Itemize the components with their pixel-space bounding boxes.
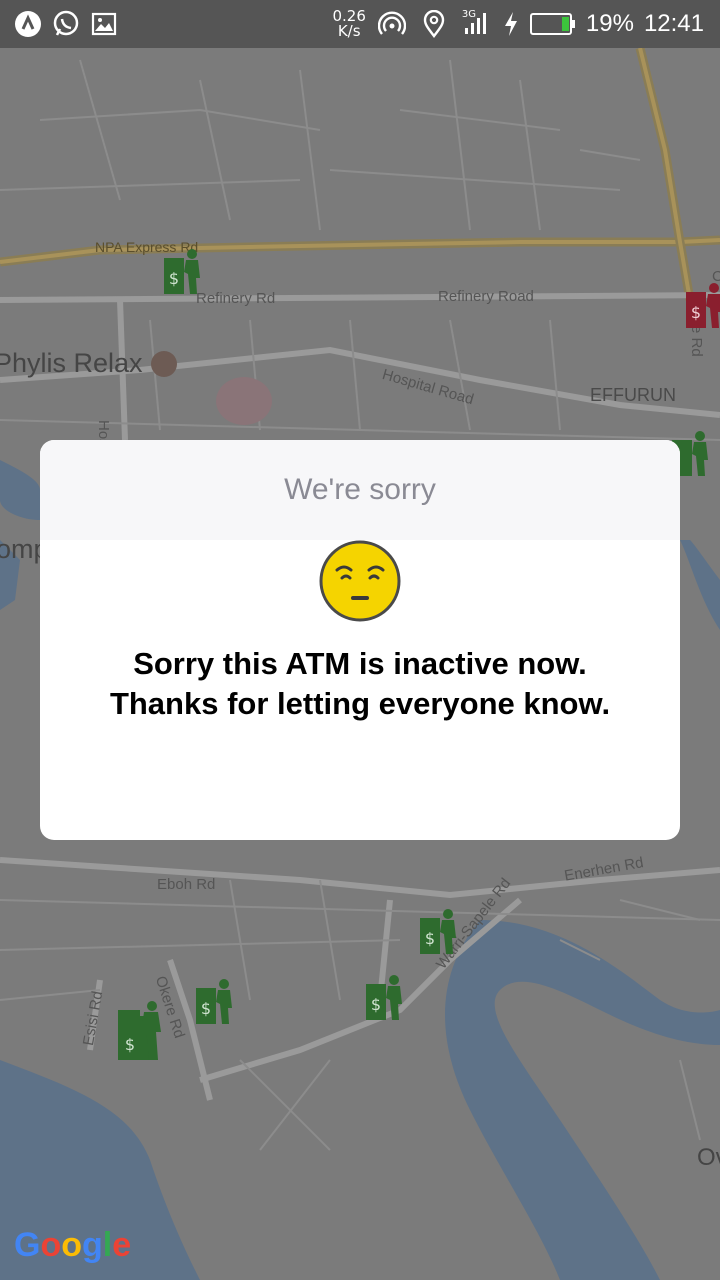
clock: 12:41 (643, 10, 704, 37)
svg-text:$: $ (201, 999, 211, 1018)
map-label-refinery-rd: Refinery Rd (196, 290, 276, 307)
app-logo-icon (12, 8, 44, 40)
battery-icon (529, 8, 576, 40)
atm-marker-active[interactable]: $ (366, 974, 404, 1022)
map-label-refinery-road: Refinery Road (438, 288, 534, 305)
atm-marker-active[interactable]: $ (196, 978, 234, 1026)
status-bar: 0.26 K/s 3G 19% 12:41 (0, 0, 720, 48)
network-type: 3G (461, 9, 477, 20)
dialog-header: We're sorry (40, 440, 680, 540)
spa-icon (150, 350, 177, 377)
atm-marker-active[interactable]: $ (164, 248, 202, 296)
dialog-title: We're sorry (284, 473, 436, 506)
charging-icon (502, 8, 520, 40)
atm-marker-active[interactable]: $ (420, 908, 458, 956)
signal-icon: 3G (460, 8, 492, 40)
svg-text:$: $ (691, 303, 701, 322)
svg-text:$: $ (125, 1035, 135, 1054)
google-letter: G (14, 1226, 41, 1264)
google-letter: o (40, 1226, 62, 1264)
google-letter: o (61, 1226, 83, 1264)
battery-percent: 19% (585, 10, 634, 37)
dialog-message: Sorry this ATM is inactive now. Thanks f… (109, 646, 611, 721)
whatsapp-icon (50, 8, 82, 40)
net-speed-unit: K/s (337, 22, 361, 40)
gallery-icon (88, 8, 120, 40)
google-letter: g (82, 1226, 103, 1264)
map-label-effurun: EFFURUN (590, 385, 676, 405)
svg-text:$: $ (169, 269, 179, 288)
confused-face-icon (319, 540, 401, 622)
map-label-phylis-relax[interactable]: Phylis Relax (0, 348, 177, 379)
location-icon (418, 8, 450, 40)
network-speed: 0.26 K/s (332, 9, 365, 39)
map-label-eboh-rd: Eboh Rd (157, 876, 216, 893)
google-logo: Google (14, 1226, 131, 1265)
map-label-ov: Ov (697, 1144, 720, 1171)
atm-marker-cluster[interactable]: $ (116, 998, 164, 1062)
hotspot-icon (376, 8, 408, 40)
svg-text:$: $ (371, 995, 381, 1014)
inactive-atm-dialog[interactable]: We're sorry Sorry this ATM is inactive n… (40, 440, 680, 840)
poi-name: Phylis Relax (0, 348, 143, 378)
google-letter: e (112, 1226, 132, 1264)
google-letter: l (102, 1226, 113, 1264)
svg-text:$: $ (425, 929, 435, 948)
atm-marker-inactive[interactable]: $ (686, 282, 720, 330)
